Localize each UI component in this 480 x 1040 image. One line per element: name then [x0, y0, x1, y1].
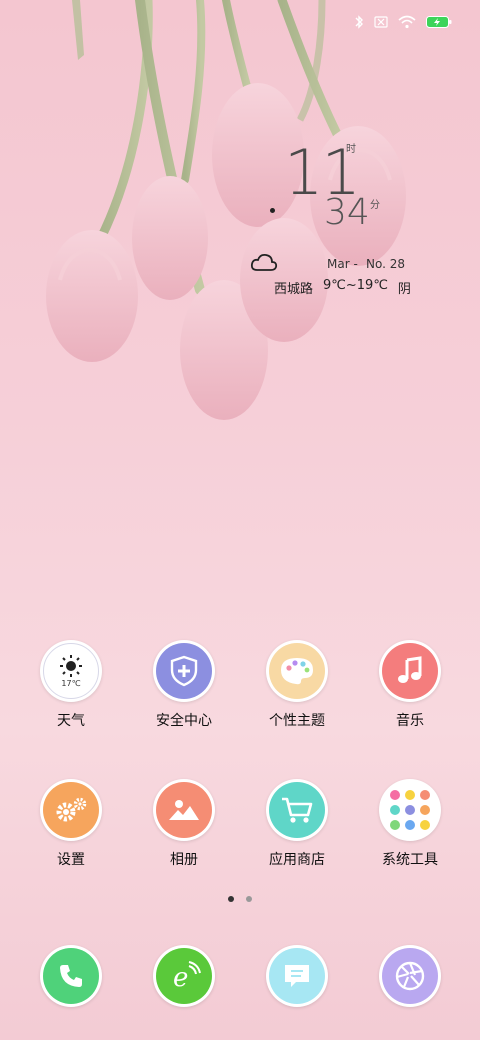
tools-folder-icon — [382, 782, 438, 838]
sim-none-icon — [374, 16, 388, 28]
clock-separator-dot — [270, 208, 275, 213]
date-day: No. 28 — [366, 257, 406, 271]
weather-sun-icon: 17℃ — [43, 643, 99, 699]
music-note-icon — [382, 643, 438, 699]
weather-app-temp: 17℃ — [61, 679, 81, 688]
message-icon — [269, 948, 325, 1004]
app-label: 音乐 — [396, 713, 424, 729]
gears-icon — [43, 782, 99, 838]
weather-summary[interactable]: 西城路 9℃~19℃ 阴 — [274, 278, 411, 297]
phone-icon — [43, 948, 99, 1004]
status-bar — [354, 10, 452, 34]
palette-icon — [269, 643, 325, 699]
app-label: 设置 — [57, 852, 85, 868]
shopping-cart-icon — [269, 782, 325, 838]
app-system-tools[interactable]: 系统工具 — [360, 779, 460, 869]
app-label: 天气 — [57, 713, 85, 729]
cloud-icon — [250, 252, 278, 278]
app-label: 相册 — [170, 852, 198, 868]
app-weather[interactable]: 17℃ 天气 — [21, 640, 121, 730]
dock-camera[interactable] — [360, 945, 460, 1007]
app-label: 应用商店 — [269, 852, 325, 868]
page-indicator — [0, 896, 480, 902]
dock-phone[interactable] — [21, 945, 121, 1007]
weather-location: 西城路 — [274, 282, 314, 297]
app-music[interactable]: 音乐 — [360, 640, 460, 730]
battery-charging-icon — [426, 15, 452, 29]
page-dot-active[interactable] — [228, 896, 234, 902]
app-themes[interactable]: 个性主题 — [247, 640, 347, 730]
shield-icon — [156, 643, 212, 699]
app-label: 系统工具 — [382, 852, 438, 868]
dock-messages[interactable] — [247, 945, 347, 1007]
gallery-mountain-icon — [156, 782, 212, 838]
browser-e-icon: e — [156, 948, 212, 1004]
weather-condition: 阴 — [397, 282, 411, 297]
page-dot[interactable] — [246, 896, 252, 902]
app-settings[interactable]: 设置 — [21, 779, 121, 869]
app-label: 个性主题 — [269, 713, 325, 729]
wallpaper-tulips — [46, 0, 406, 420]
app-label: 安全中心 — [156, 713, 212, 729]
clock-minute-unit: 分 — [370, 200, 380, 211]
dock-browser[interactable]: e — [134, 945, 234, 1007]
camera-aperture-icon — [382, 948, 438, 1004]
clock-hour-unit: 时 — [346, 144, 356, 155]
app-store[interactable]: 应用商店 — [247, 779, 347, 869]
weather-temp-range: 9℃~19℃ — [323, 278, 388, 293]
clock-minute[interactable]: 34 — [324, 192, 370, 233]
svg-text:e: e — [173, 963, 188, 992]
bluetooth-icon — [354, 15, 364, 29]
date-month: Mar - — [327, 257, 358, 271]
app-gallery[interactable]: 相册 — [134, 779, 234, 869]
wifi-icon — [398, 15, 416, 29]
app-security-center[interactable]: 安全中心 — [134, 640, 234, 730]
